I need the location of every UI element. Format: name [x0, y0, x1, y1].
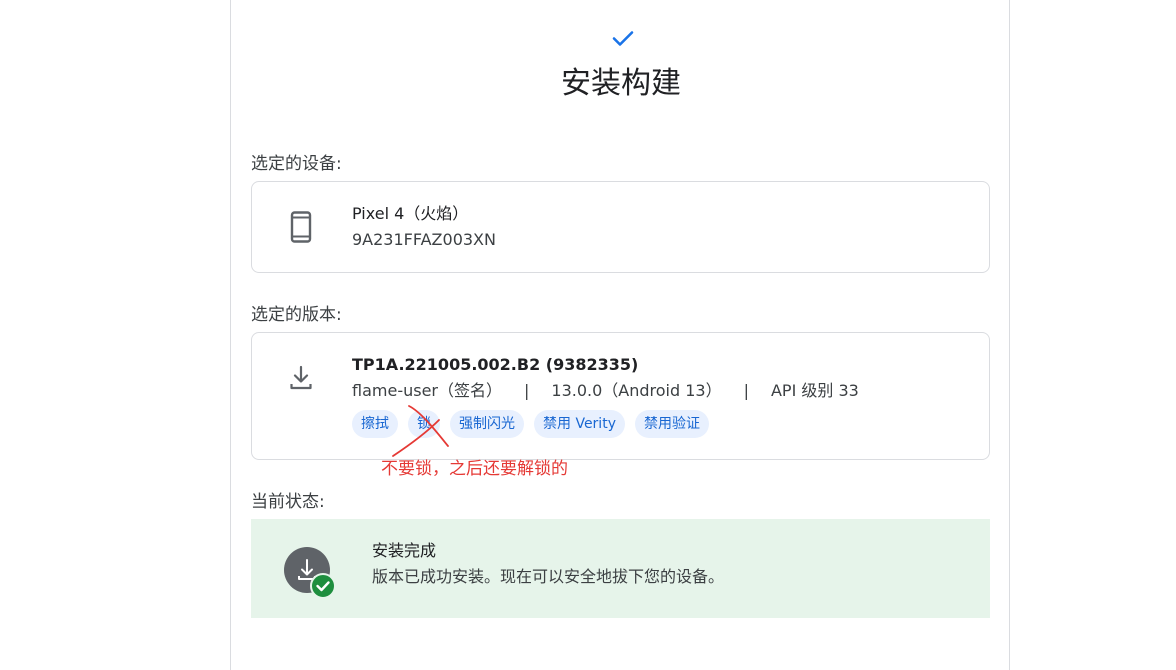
option-chip-disable-verity: 禁用 Verity [534, 410, 625, 438]
check-icon [612, 31, 634, 46]
option-chip-force-flash: 强制闪光 [450, 410, 524, 438]
build-api-level: API 级别 33 [770, 381, 859, 400]
status-description: 版本已成功安装。现在可以安全地拔下您的设备。 [372, 567, 725, 586]
install-status-box: 安装完成 版本已成功安装。现在可以安全地拔下您的设备。 [251, 519, 990, 618]
annotation-note: 不要锁，之后还要解锁的 [381, 459, 568, 479]
status-title: 安装完成 [372, 541, 437, 560]
selected-device-card: Pixel 4（火焰） 9A231FFAZ003XN [251, 181, 990, 273]
separator: | [743, 381, 749, 400]
download-success-icon [284, 547, 336, 599]
page: 安装构建 选定的设备: Pixel 4（火焰） 9A231FFAZ003XN 选… [0, 0, 1176, 670]
device-section-label: 选定的设备: [251, 154, 342, 174]
device-serial: 9A231FFAZ003XN [352, 230, 496, 249]
build-id: TP1A.221005.002.B2 (9382335) [352, 355, 639, 374]
phone-icon [290, 211, 312, 243]
red-cross-mark [392, 405, 449, 457]
status-section-label: 当前状态: [251, 492, 325, 512]
install-build-panel: 安装构建 选定的设备: Pixel 4（火焰） 9A231FFAZ003XN 选… [230, 0, 1010, 670]
option-chip-disable-verification: 禁用验证 [634, 410, 709, 438]
page-title: 安装构建 [561, 66, 681, 101]
build-version: 13.0.0（Android 13） [551, 381, 722, 400]
device-name: Pixel 4（火焰） [352, 204, 469, 223]
build-section-label: 选定的版本: [251, 305, 342, 325]
selected-build-card: TP1A.221005.002.B2 (9382335) flame-user（… [251, 332, 990, 460]
separator: | [524, 381, 530, 400]
build-target: flame-user（签名） [352, 381, 502, 400]
download-icon [290, 365, 312, 390]
